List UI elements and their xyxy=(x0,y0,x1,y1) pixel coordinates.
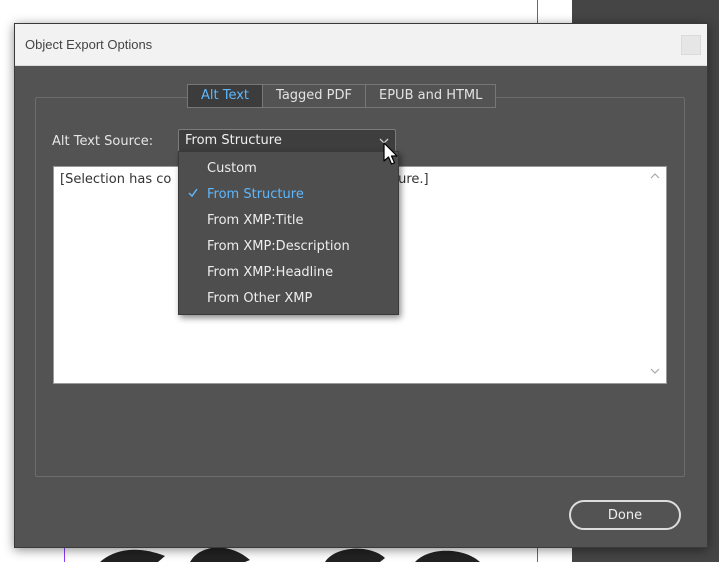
dropdown-option-xmp-description[interactable]: From XMP:Description xyxy=(179,235,398,261)
scroll-down-icon[interactable] xyxy=(650,367,660,378)
alt-text-source-value: From Structure xyxy=(185,133,282,148)
dropdown-option-label: From XMP:Description xyxy=(207,239,350,254)
dropdown-option-custom[interactable]: Custom xyxy=(179,157,398,183)
checkmark-icon xyxy=(188,186,198,204)
alt-text-source-label: Alt Text Source: xyxy=(52,134,154,149)
alt-text-content-left: [Selection has co xyxy=(60,172,172,187)
dropdown-option-label: From XMP:Headline xyxy=(207,265,334,280)
close-button[interactable] xyxy=(681,35,701,55)
tab-tagged-pdf[interactable]: Tagged PDF xyxy=(262,85,365,107)
scroll-up-icon[interactable] xyxy=(650,172,660,183)
dropdown-option-label: From Other XMP xyxy=(207,291,313,306)
tab-alt-text[interactable]: Alt Text xyxy=(188,85,263,107)
tab-bar: Alt Text Tagged PDF EPUB and HTML xyxy=(187,84,497,108)
tab-epub-and-html[interactable]: EPUB and HTML xyxy=(365,85,495,107)
dropdown-option-label: From Structure xyxy=(207,187,304,202)
mouse-pointer-icon xyxy=(383,142,398,165)
dialog-title: Object Export Options xyxy=(25,37,153,52)
background-guide-line xyxy=(537,0,538,23)
alt-text-source-dropdown: Custom From Structure From XMP:Title Fro… xyxy=(178,151,399,315)
dialog-titlebar: Object Export Options xyxy=(15,24,707,66)
dropdown-option-other-xmp[interactable]: From Other XMP xyxy=(179,287,398,313)
dropdown-option-label: From XMP:Title xyxy=(207,213,304,228)
dropdown-option-label: Custom xyxy=(207,161,257,176)
dropdown-option-xmp-headline[interactable]: From XMP:Headline xyxy=(179,261,398,287)
dropdown-option-from-structure[interactable]: From Structure xyxy=(179,183,398,209)
background-guide-line xyxy=(64,546,65,562)
done-button[interactable]: Done xyxy=(569,500,681,530)
dropdown-option-xmp-title[interactable]: From XMP:Title xyxy=(179,209,398,235)
background-guide-line xyxy=(537,546,538,562)
